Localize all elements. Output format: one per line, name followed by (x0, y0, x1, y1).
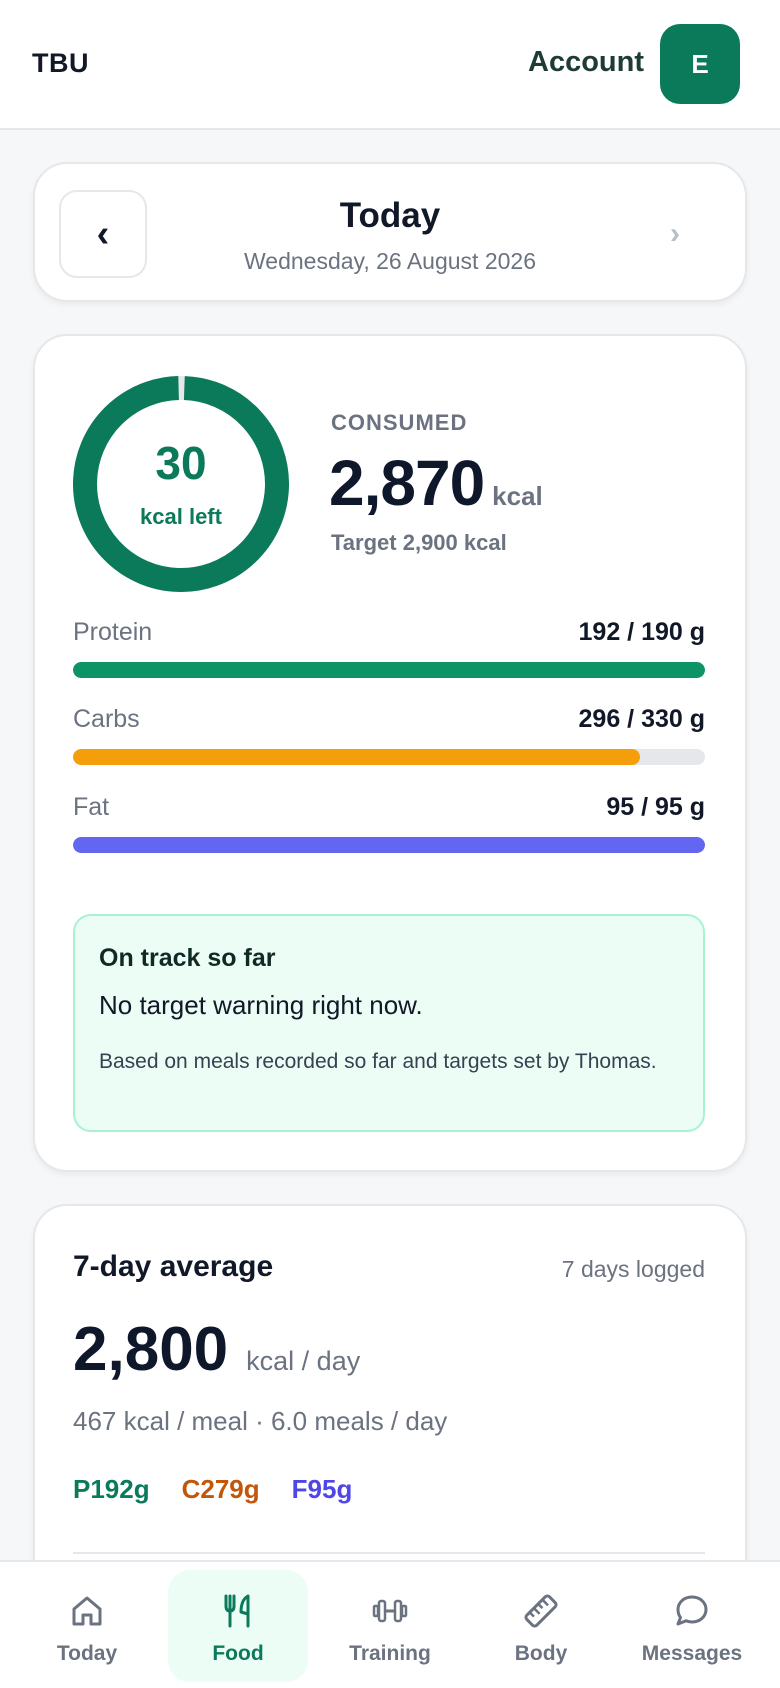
nav-item-messages[interactable]: Messages (622, 1570, 762, 1682)
daily-summary-card: 30 kcal left CONSUMED 2,870 kcal Target … (33, 334, 747, 1172)
nav-item-food[interactable]: Food (168, 1570, 308, 1682)
weekly-protein: P192g (73, 1474, 150, 1504)
macro-row-carbs: Carbs 296 / 330 g (73, 705, 705, 765)
days-logged: 7 days logged (561, 1256, 705, 1282)
weekly-title: 7-day average (73, 1250, 274, 1283)
nav-label: Food (212, 1642, 264, 1665)
nav-label: Training (349, 1642, 431, 1665)
dumbbell-icon (372, 1599, 408, 1623)
macro-value: 296 / 330 g (578, 705, 705, 733)
fork-knife-icon (224, 1594, 250, 1628)
app-header: TBU Account E (0, 0, 780, 130)
nav-label: Messages (641, 1642, 743, 1665)
notice-title: On track so far (99, 944, 276, 972)
brand-logo[interactable]: TBU (32, 48, 89, 79)
macro-progress-track (73, 837, 705, 853)
consumed-total: 2,870 kcal (329, 446, 543, 520)
macro-value: 192 / 190 g (578, 618, 705, 646)
kcal-left-label: kcal left (140, 504, 222, 529)
consumed-unit: kcal (492, 481, 543, 511)
date-title: Today (339, 196, 441, 235)
bottom-nav: Today Food Training Body Messages (0, 1560, 780, 1688)
macro-name: Carbs (73, 705, 140, 733)
home-icon (72, 1596, 102, 1626)
weekly-fat: F95g (291, 1474, 353, 1504)
weekly-meal-stats: 467 kcal / meal · 6.0 meals / day (73, 1406, 448, 1436)
nav-item-training[interactable]: Training (320, 1570, 460, 1682)
consumed-label: CONSUMED (331, 410, 468, 435)
next-day-button[interactable]: › (655, 206, 695, 262)
weekly-average-value: 2,800 (73, 1315, 229, 1384)
nav-item-today[interactable]: Today (17, 1570, 157, 1682)
ruler-icon (524, 1594, 558, 1628)
macro-progress-track (73, 749, 705, 765)
chevron-right-icon: › (670, 217, 680, 250)
weekly-average-unit: kcal / day (246, 1346, 361, 1376)
nav-label: Today (56, 1642, 118, 1665)
notice-note: Based on meals recorded so far and targe… (99, 1050, 657, 1073)
date-navigator: ‹ Today Wednesday, 26 August 2026 › (33, 162, 747, 302)
calorie-ring: 30 kcal left (73, 376, 289, 592)
status-notice: On track so far No target warning right … (73, 914, 705, 1132)
weekly-macros: P192g C279g F95g (73, 1474, 352, 1505)
date-subtitle: Wednesday, 26 August 2026 (244, 248, 536, 274)
macro-name: Fat (73, 793, 110, 821)
calorie-target: Target 2,900 kcal (331, 530, 507, 555)
macro-progress-fill (73, 662, 705, 678)
chat-bubble-icon (676, 1595, 708, 1626)
nav-label: Body (514, 1642, 568, 1665)
macro-row-protein: Protein 192 / 190 g (73, 618, 705, 678)
consumed-value: 2,870 (329, 447, 485, 519)
weekly-carbs: C279g (181, 1474, 260, 1504)
account-link[interactable]: Account (528, 46, 644, 79)
macro-progress-fill (73, 749, 640, 765)
macro-progress-fill (73, 837, 705, 853)
macro-progress-track (73, 662, 705, 678)
notice-body: No target warning right now. (99, 990, 423, 1020)
macro-value: 95 / 95 g (606, 793, 705, 821)
kcal-left-value: 30 (155, 437, 207, 489)
avatar[interactable]: E (660, 24, 740, 104)
macro-row-fat: Fat 95 / 95 g (73, 793, 705, 853)
weekly-average: 2,800 kcal / day (73, 1314, 360, 1385)
nav-item-body[interactable]: Body (471, 1570, 611, 1682)
divider (73, 1552, 705, 1554)
macro-name: Protein (73, 618, 153, 646)
